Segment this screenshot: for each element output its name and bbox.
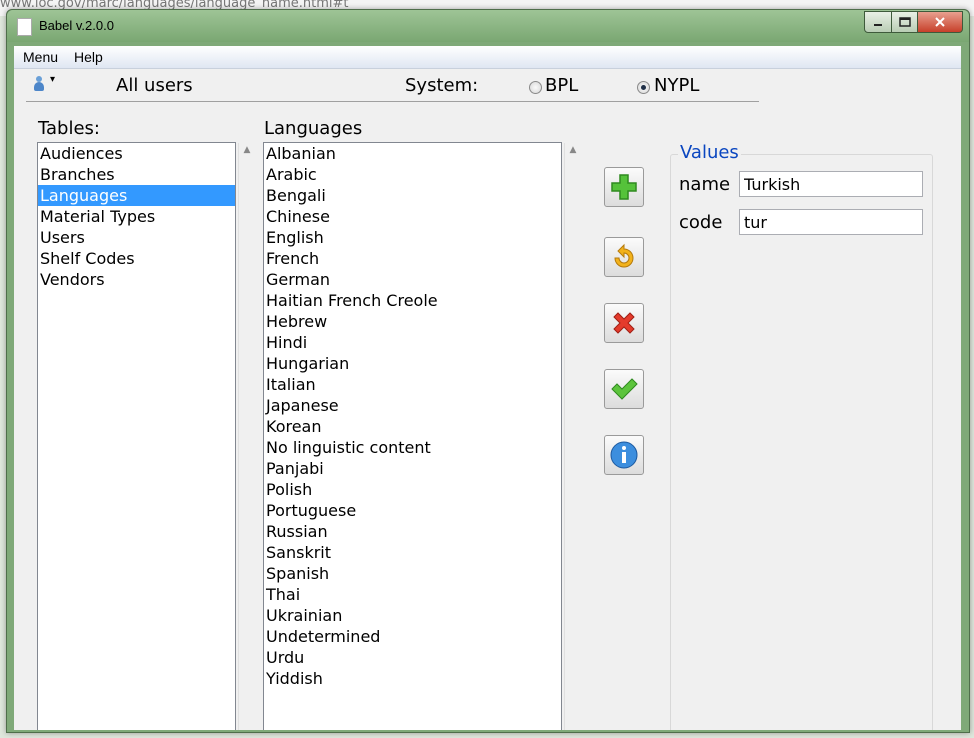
list-item[interactable]: Branches [38,164,235,185]
radio-bpl[interactable] [529,81,542,94]
languages-scrollbar[interactable]: ▲ [564,143,581,730]
list-item[interactable]: Hungarian [264,353,561,374]
list-item[interactable]: Vendors [38,269,235,290]
list-item[interactable]: French [264,248,561,269]
add-icon [611,174,637,200]
list-item[interactable]: Undetermined [264,626,561,647]
list-item[interactable]: Japanese [264,395,561,416]
radio-nypl[interactable] [637,81,650,94]
list-item[interactable]: Shelf Codes [38,248,235,269]
scroll-up-icon[interactable]: ▲ [239,145,255,155]
user-bar: ▾ All users System: BPL NYPL [14,70,759,102]
list-item[interactable]: German [264,269,561,290]
values-group [670,154,933,730]
title-bar[interactable]: Babel v.2.0.0 [7,10,969,42]
list-item[interactable]: Italian [264,374,561,395]
code-input[interactable] [739,209,923,235]
app-window: Babel v.2.0.0 Menu Help ▾ All users Syst… [6,9,970,733]
list-item[interactable]: Russian [264,521,561,542]
list-item[interactable]: Albanian [264,143,561,164]
document-icon [17,18,32,36]
list-item[interactable]: Urdu [264,647,561,668]
divider [26,101,759,102]
list-item[interactable]: Audiences [38,143,235,164]
list-item[interactable]: Hebrew [264,311,561,332]
minimize-button[interactable] [864,11,892,33]
list-item[interactable]: Spanish [264,563,561,584]
edit-icon [614,243,634,268]
caret-down-icon[interactable]: ▾ [50,74,55,85]
list-item[interactable]: Korean [264,416,561,437]
menu-help[interactable]: Help [67,49,110,65]
minimize-icon [874,24,882,26]
window-controls [864,11,963,33]
delete-button[interactable] [604,303,644,343]
list-item[interactable]: English [264,227,561,248]
delete-icon [613,312,635,334]
window-title: Babel v.2.0.0 [39,18,114,33]
radio-nypl-label[interactable]: NYPL [654,75,699,96]
menu-menu[interactable]: Menu [16,49,65,65]
languages-list[interactable]: Albanian Arabic Bengali Chinese English … [263,142,562,730]
list-item[interactable]: No linguistic content [264,437,561,458]
edit-button[interactable] [604,237,644,277]
radio-bpl-label[interactable]: BPL [545,75,578,96]
list-item[interactable]: Yiddish [264,668,561,689]
close-icon [935,17,945,27]
list-item[interactable]: Material Types [38,206,235,227]
list-item[interactable]: Haitian French Creole [264,290,561,311]
list-item[interactable]: Sanskrit [264,542,561,563]
list-item[interactable]: Thai [264,584,561,605]
languages-label: Languages [264,118,363,139]
list-item[interactable]: Users [38,227,235,248]
list-item[interactable]: Portuguese [264,500,561,521]
list-item[interactable]: Bengali [264,185,561,206]
menu-bar: Menu Help [14,46,961,69]
save-icon [611,378,638,400]
info-icon [610,441,638,469]
user-icon[interactable] [34,76,44,92]
name-input[interactable] [739,171,923,197]
system-label: System: [405,75,479,96]
list-item-selected[interactable]: Languages [38,185,235,206]
list-item[interactable]: Arabic [264,164,561,185]
maximize-button[interactable] [892,11,918,33]
tables-list[interactable]: Audiences Branches Languages Material Ty… [37,142,236,730]
client-area: Menu Help ▾ All users System: BPL NYPL T… [14,46,961,730]
code-label: code [679,212,723,233]
list-item[interactable]: Ukrainian [264,605,561,626]
maximize-icon [898,17,911,27]
user-label: All users [116,75,193,96]
tables-scrollbar[interactable]: ▲ [238,143,255,730]
values-title: Values [678,142,741,163]
list-item[interactable]: Hindi [264,332,561,353]
list-item[interactable]: Polish [264,479,561,500]
tables-label: Tables: [38,118,100,139]
list-item[interactable]: Chinese [264,206,561,227]
save-button[interactable] [604,369,644,409]
add-button[interactable] [604,167,644,207]
info-button[interactable] [604,435,644,475]
close-button[interactable] [918,11,963,33]
name-label: name [679,174,731,195]
scroll-up-icon[interactable]: ▲ [565,145,581,155]
list-item[interactable]: Panjabi [264,458,561,479]
